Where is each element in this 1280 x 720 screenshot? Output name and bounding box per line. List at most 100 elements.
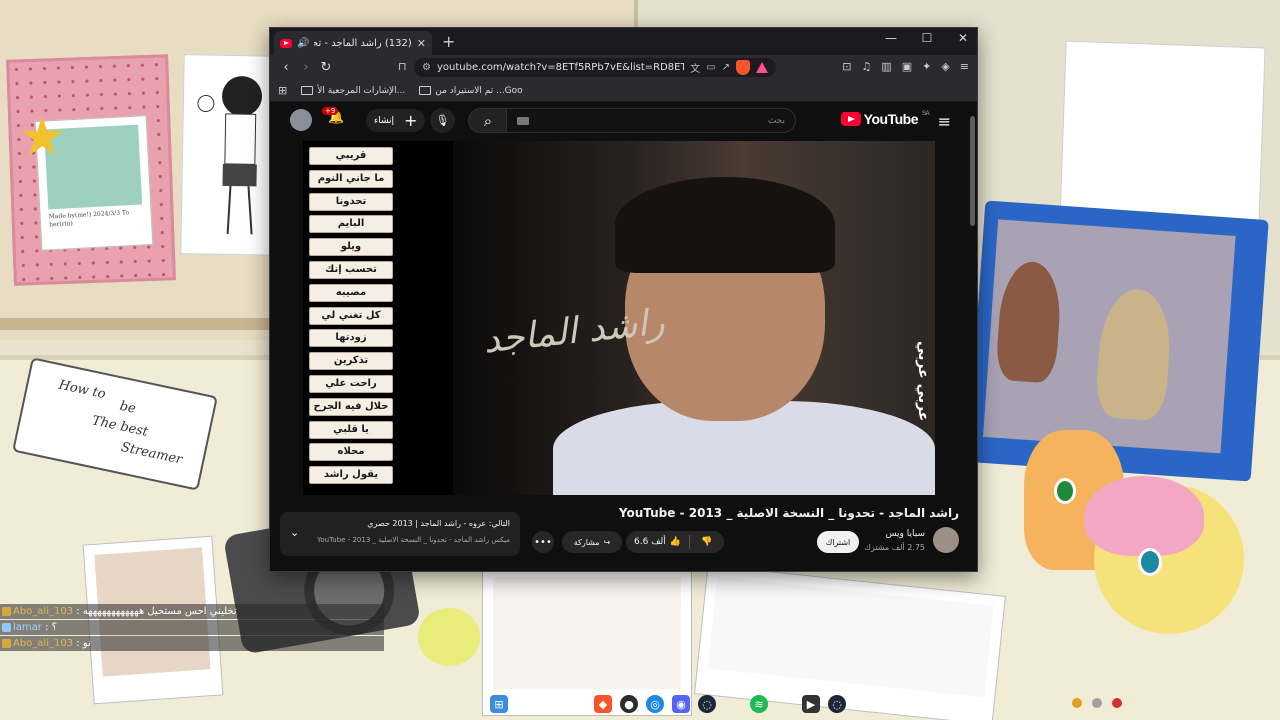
subscribe-button[interactable]: اشتراك xyxy=(817,531,859,553)
close-window-button[interactable]: ✕ xyxy=(955,31,971,45)
book-line: How to xyxy=(57,377,107,403)
search-placeholder: بحث xyxy=(767,115,785,126)
translate-icon[interactable]: 文 xyxy=(690,60,700,75)
song-list-item: زودتها xyxy=(309,329,393,348)
like-dislike-pill: 6.6 ألف 👍 👎 xyxy=(626,531,724,553)
url-text: youtube.com/watch?v=8ETf5RPb7vE&list=RD8… xyxy=(436,62,685,73)
brave-icon[interactable]: ◆ xyxy=(594,695,612,713)
chat-username: lamar xyxy=(13,622,42,633)
song-list-item: البايم xyxy=(309,215,393,234)
share-button[interactable]: مشاركة ↪ xyxy=(562,531,622,553)
hamburger-menu-icon[interactable]: ≡ xyxy=(938,112,951,131)
tray-icon[interactable] xyxy=(1092,698,1102,708)
tray-icon[interactable] xyxy=(1112,698,1122,708)
song-list-item: يا قلبي xyxy=(309,420,393,439)
share-icon[interactable]: ↗ xyxy=(722,62,730,73)
notifications-bell-icon[interactable]: 🔔 +9 xyxy=(322,107,344,125)
up-next-subtitle: ميكس راشد الماجد - تحدونا _ النسخة الاصل… xyxy=(317,536,510,544)
book-line: Streamer xyxy=(119,439,184,468)
leo-icon[interactable]: ✦ xyxy=(922,60,931,73)
back-arrow-icon[interactable]: ‹ xyxy=(276,60,296,75)
book-line: be xyxy=(118,398,138,417)
cast-icon[interactable]: ▭ xyxy=(706,62,715,73)
channel-name[interactable]: سبايا ويس xyxy=(886,529,925,539)
system-tray xyxy=(1072,698,1122,708)
notification-count: +9 xyxy=(322,107,339,115)
site-info-icon[interactable]: ⚙ xyxy=(422,62,431,73)
song-list-item: ويلو xyxy=(309,238,393,257)
youtube-favicon-icon xyxy=(280,38,292,48)
chrome-icon[interactable]: ◎ xyxy=(646,695,664,713)
up-next-title: التالي: عروه - راشد الماجد | 2013 حصري xyxy=(367,519,510,528)
vpn-icon[interactable]: ◈ xyxy=(941,60,949,73)
voice-search-mic-icon[interactable]: 🎙 xyxy=(430,108,455,133)
steam-alt-icon[interactable]: ◌ xyxy=(828,695,846,713)
bookmark-folder-2[interactable]: تم الاستيراد من ...Goo xyxy=(419,85,523,96)
video-title: راشد الماجد - تحدونا _ النسخة الاصلية _ … xyxy=(618,506,959,520)
like-button[interactable]: 6.6 ألف 👍 xyxy=(626,535,690,549)
menu-icon[interactable]: ≡ xyxy=(960,60,969,73)
thumbs-down-icon: 👎 xyxy=(701,537,713,547)
up-next-panel[interactable]: ⌄ التالي: عروه - راشد الماجد | 2013 حصري… xyxy=(280,512,520,556)
book-line: The best xyxy=(90,413,150,440)
youtube-logo[interactable]: YouTube SA xyxy=(840,111,930,127)
bookmark-icon[interactable]: ⊓ xyxy=(398,60,407,73)
tab-youtube[interactable]: 🔊 (132) راشد الماجد - تحدونا _ الن ✕ xyxy=(274,31,432,55)
song-list-item: راحت علي xyxy=(309,374,393,393)
like-count: 6.6 ألف xyxy=(634,537,666,547)
brave-rewards-icon[interactable] xyxy=(756,62,768,73)
bookmark-folder-1[interactable]: الإشارات المرجعية الأ... xyxy=(301,85,405,96)
dislike-button[interactable]: 👎 xyxy=(690,537,724,547)
steam-icon[interactable]: ◌ xyxy=(698,695,716,713)
discord-icon[interactable]: ◉ xyxy=(672,695,690,713)
taskbar: ⊞ ◆ ● ◎ ◉ ◌ ≋ ▶ ◌ xyxy=(490,692,846,716)
keyboard-icon[interactable] xyxy=(517,117,529,125)
search-button[interactable]: ⌕ xyxy=(468,108,508,133)
stream-chat: Abo_ali_103 : تخليني احس مستحيل هههههههه… xyxy=(0,604,384,652)
maximize-button[interactable]: ☐ xyxy=(919,31,935,45)
toolbar-extensions: ⊡ ♫ ▥ ▣ ✦ ◈ ≡ xyxy=(842,60,969,73)
subscriber-count: 2.75 ألف مشترك xyxy=(864,543,925,552)
tab-title: (132) راشد الماجد - تحدونا _ الن xyxy=(314,37,412,49)
app-icon[interactable]: ▶ xyxy=(802,695,820,713)
song-list-item: كل تغني لي xyxy=(309,306,393,325)
pony-fluttershy xyxy=(1084,476,1244,634)
wallet-icon[interactable]: ▣ xyxy=(902,60,912,73)
brave-shields-icon[interactable] xyxy=(736,60,750,75)
browser-toolbar: ‹ › ↻ ⊓ ⚙ youtube.com/watch?v=8ETf5RPb7v… xyxy=(270,55,977,80)
audio-playing-icon[interactable]: 🔊 xyxy=(297,38,309,49)
windows-start-icon[interactable]: ⊞ xyxy=(490,695,508,713)
obs-icon[interactable]: ● xyxy=(620,695,638,713)
chat-text: ؟ xyxy=(51,622,57,633)
screenshot-icon[interactable]: ⊡ xyxy=(842,60,851,73)
forward-arrow-icon[interactable]: › xyxy=(296,60,316,75)
spotify-icon[interactable]: ≋ xyxy=(750,695,768,713)
video-info: راشد الماجد - تحدونا _ النسخة الاصلية _ … xyxy=(270,497,977,571)
tray-icon[interactable] xyxy=(1072,698,1082,708)
tab-close-icon[interactable]: ✕ xyxy=(417,37,426,50)
apps-grid-icon[interactable]: ⊞ xyxy=(278,84,287,97)
reload-icon[interactable]: ↻ xyxy=(316,60,336,75)
youtube-play-icon xyxy=(840,112,861,126)
video-song-list: قريبي ما جاني النوم تحدونا البايم ويلو تحسب إ… xyxy=(309,147,393,489)
song-list-item: تذكرين xyxy=(309,352,393,371)
more-actions-button[interactable]: ••• xyxy=(532,531,554,553)
polaroid-caption: Made by(me!) 2024/3/3 To her(rin) xyxy=(48,209,130,229)
address-bar[interactable]: ⚙ youtube.com/watch?v=8ETf5RPb7vE&list=R… xyxy=(414,58,776,77)
avatar[interactable] xyxy=(290,109,312,131)
create-button[interactable]: إنشاء + xyxy=(366,109,426,132)
video-frame-hair xyxy=(615,177,835,273)
thumbs-up-icon: 👍 xyxy=(669,537,681,547)
new-tab-button[interactable]: + xyxy=(442,32,455,51)
sidebar-icon[interactable]: ▥ xyxy=(881,60,891,73)
chat-username: Abo_ali_103 xyxy=(13,606,74,617)
plus-icon: + xyxy=(404,111,418,130)
channel-avatar[interactable] xyxy=(933,527,959,553)
minimize-button[interactable]: — xyxy=(883,31,899,45)
video-player[interactable]: راشد الماجد عربي عربي قريبي ما جاني النوم… xyxy=(303,141,935,495)
media-icon[interactable]: ♫ xyxy=(861,60,871,73)
chevron-down-icon[interactable]: ⌄ xyxy=(290,526,299,539)
search-input[interactable]: بحث xyxy=(506,108,796,133)
page-scrollbar[interactable] xyxy=(970,116,975,226)
create-label: إنشاء xyxy=(374,115,395,126)
